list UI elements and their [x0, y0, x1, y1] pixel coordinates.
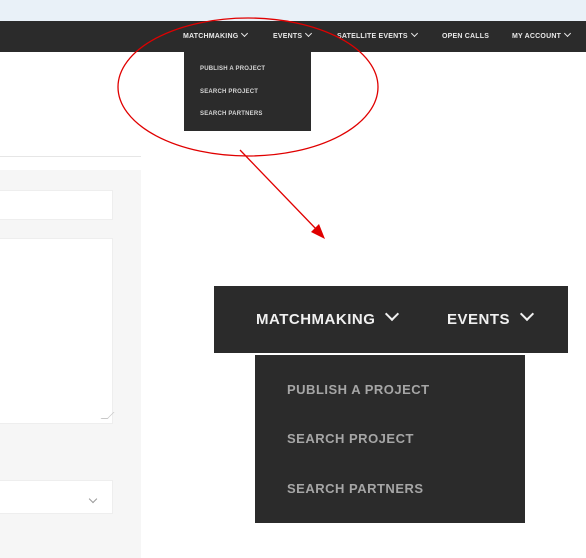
textarea-field[interactable] [0, 238, 113, 424]
nav-events[interactable]: EVENTS [273, 21, 313, 52]
zoom-nav-events-label: EVENTS [447, 311, 511, 328]
zoom-nav-matchmaking[interactable]: MATCHMAKING [256, 286, 400, 353]
chevron-down-icon [385, 306, 400, 322]
text-field[interactable] [0, 190, 113, 220]
menu-item-search-partners[interactable]: SEARCH PARTNERS [200, 111, 263, 117]
chevron-down-icon [564, 29, 572, 38]
nav-open-calls-label: OPEN CALLS [442, 33, 490, 40]
zoom-menu-item-publish-project[interactable]: PUBLISH A PROJECT [287, 382, 430, 397]
top-strip [0, 0, 586, 21]
zoomed-matchmaking-dropdown: PUBLISH A PROJECT SEARCH PROJECT SEARCH … [255, 355, 525, 523]
zoom-nav-events[interactable]: EVENTS [447, 286, 535, 353]
menu-item-publish-project[interactable]: PUBLISH A PROJECT [200, 66, 265, 72]
zoom-menu-item-search-project[interactable]: SEARCH PROJECT [287, 431, 414, 446]
nav-satellite-events[interactable]: SATELLITE EVENTS [337, 21, 418, 52]
nav-my-account-label: MY ACCOUNT [512, 33, 562, 40]
nav-my-account[interactable]: MY ACCOUNT [512, 21, 572, 52]
main-navbar: MATCHMAKING EVENTS SATELLITE EVENTS OPEN… [0, 21, 586, 52]
zoomed-navbar: MATCHMAKING EVENTS [214, 286, 568, 353]
chevron-down-icon [305, 29, 313, 38]
chevron-down-icon [519, 306, 535, 322]
zoom-menu-item-search-partners[interactable]: SEARCH PARTNERS [287, 481, 424, 496]
annotation-arrow-line [239, 149, 318, 231]
menu-item-search-project[interactable]: SEARCH PROJECT [200, 89, 258, 95]
nav-satellite-events-label: SATELLITE EVENTS [337, 33, 408, 40]
chevron-down-icon [241, 29, 249, 38]
nav-open-calls[interactable]: OPEN CALLS [442, 21, 489, 52]
matchmaking-dropdown: PUBLISH A PROJECT SEARCH PROJECT SEARCH … [184, 52, 311, 131]
annotation-arrow-head [311, 224, 325, 239]
zoom-nav-matchmaking-label: MATCHMAKING [256, 311, 376, 328]
nav-matchmaking-label: MATCHMAKING [183, 33, 239, 40]
divider [0, 156, 141, 157]
nav-matchmaking[interactable]: MATCHMAKING [183, 21, 249, 52]
nav-events-label: EVENTS [273, 33, 303, 40]
chevron-down-icon [410, 29, 418, 38]
